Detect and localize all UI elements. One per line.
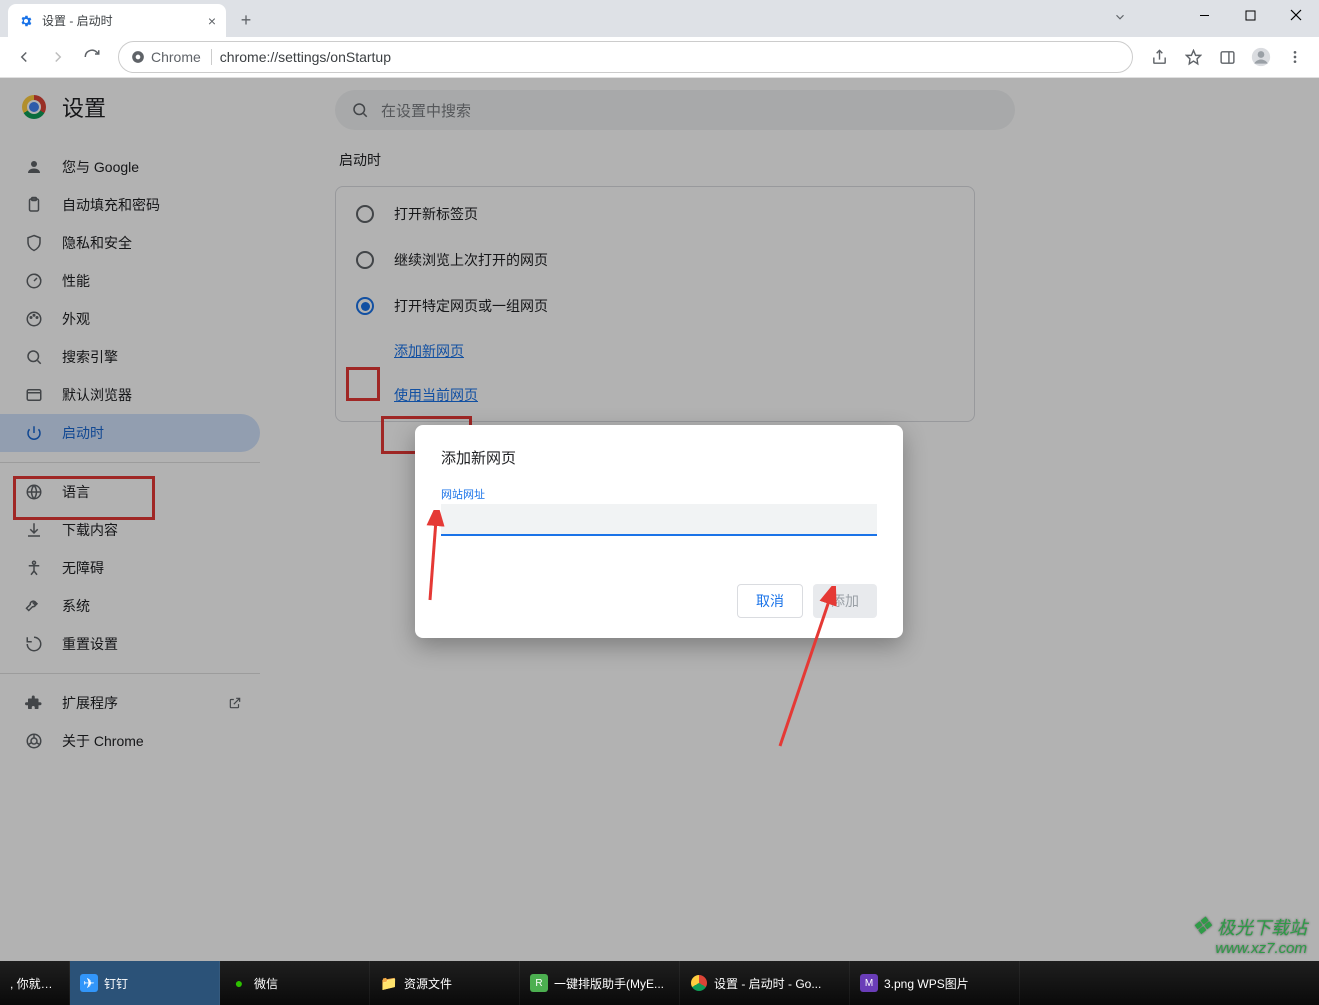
watermark-line2: www.xz7.com bbox=[1190, 941, 1307, 958]
sidepanel-button[interactable] bbox=[1211, 41, 1243, 73]
chrome-icon bbox=[690, 974, 708, 992]
tab-title: 设置 - 启动时 bbox=[42, 12, 113, 29]
profile-button[interactable] bbox=[1245, 41, 1277, 73]
taskbar-item-wps[interactable]: M 3.png WPS图片 bbox=[850, 961, 1020, 1005]
window-controls bbox=[1181, 0, 1319, 30]
close-window-button[interactable] bbox=[1273, 0, 1319, 30]
cancel-button[interactable]: 取消 bbox=[737, 584, 803, 618]
taskbar-label: , 你就知... bbox=[10, 975, 59, 992]
add-page-dialog: 添加新网页 网站网址 取消 添加 bbox=[415, 425, 903, 638]
minimize-button[interactable] bbox=[1181, 0, 1227, 30]
wps-icon: M bbox=[860, 974, 878, 992]
new-tab-button[interactable]: + bbox=[232, 6, 260, 34]
menu-button[interactable] bbox=[1279, 41, 1311, 73]
taskbar-label: 微信 bbox=[254, 975, 278, 992]
dialog-field-label: 网站网址 bbox=[441, 486, 877, 502]
forward-button[interactable] bbox=[42, 41, 74, 73]
site-url-input[interactable] bbox=[441, 504, 877, 536]
taskbar-label: 设置 - 启动时 - Go... bbox=[714, 975, 821, 992]
reload-button[interactable] bbox=[76, 41, 108, 73]
taskbar-item-chrome[interactable]: 设置 - 启动时 - Go... bbox=[680, 961, 850, 1005]
site-chip-label: Chrome bbox=[151, 49, 201, 65]
close-tab-icon[interactable]: × bbox=[208, 13, 216, 29]
maximize-button[interactable] bbox=[1227, 0, 1273, 30]
url-text: chrome://settings/onStartup bbox=[220, 49, 391, 65]
taskbar-item[interactable]: , 你就知... bbox=[0, 961, 70, 1005]
browser-titlebar: 设置 - 启动时 × + bbox=[0, 0, 1319, 37]
tab-search-button[interactable] bbox=[1105, 7, 1135, 27]
taskbar-label: 资源文件 bbox=[404, 975, 452, 992]
back-button[interactable] bbox=[8, 41, 40, 73]
dialog-title: 添加新网页 bbox=[441, 447, 877, 468]
taskbar-item-explorer[interactable]: 📁 资源文件 bbox=[370, 961, 520, 1005]
watermark-line1: 极光下载站 bbox=[1217, 918, 1307, 938]
gear-icon bbox=[18, 13, 34, 29]
watermark: ❖ 极光下载站 www.xz7.com bbox=[1190, 914, 1307, 957]
folder-icon: 📁 bbox=[380, 974, 398, 992]
browser-tab[interactable]: 设置 - 启动时 × bbox=[8, 4, 226, 37]
taskbar-label: 3.png WPS图片 bbox=[884, 975, 969, 992]
taskbar-label: 一键排版助手(MyE... bbox=[554, 975, 664, 992]
taskbar-item-wechat[interactable]: ● 微信 bbox=[220, 961, 370, 1005]
taskbar-label: 钉钉 bbox=[104, 975, 128, 992]
taskbar-item-app[interactable]: R 一键排版助手(MyE... bbox=[520, 961, 680, 1005]
bookmark-button[interactable] bbox=[1177, 41, 1209, 73]
site-info-chip[interactable]: Chrome bbox=[131, 49, 212, 65]
wechat-icon: ● bbox=[230, 974, 248, 992]
chrome-icon bbox=[131, 50, 145, 64]
browser-toolbar: Chrome chrome://settings/onStartup bbox=[0, 37, 1319, 78]
add-button[interactable]: 添加 bbox=[813, 584, 877, 618]
dingtalk-icon: ✈ bbox=[80, 974, 98, 992]
app-icon: R bbox=[530, 974, 548, 992]
taskbar-item-dingtalk[interactable]: ✈ 钉钉 bbox=[70, 961, 220, 1005]
share-button[interactable] bbox=[1143, 41, 1175, 73]
address-bar[interactable]: Chrome chrome://settings/onStartup bbox=[118, 41, 1133, 73]
windows-taskbar: , 你就知... ✈ 钉钉 ● 微信 📁 资源文件 R 一键排版助手(MyE... 设置… bbox=[0, 961, 1319, 1005]
